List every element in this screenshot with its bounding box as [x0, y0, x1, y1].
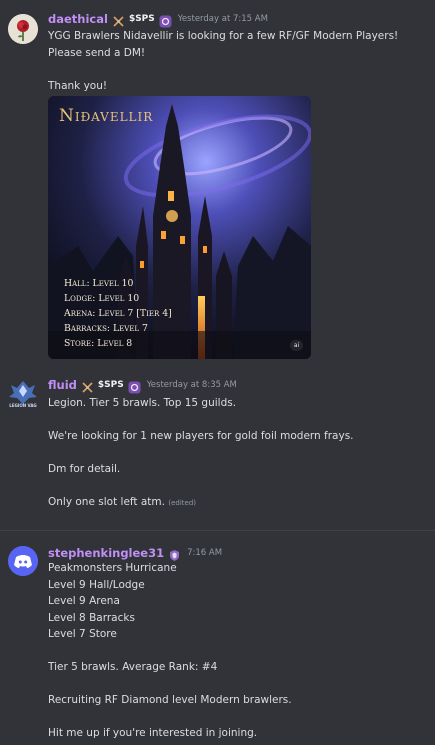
message-line: Peakmonsters Hurricane [48, 562, 177, 574]
message-line: Legion. Tier 5 brawls. Top 15 guilds. [48, 397, 237, 409]
message-line: Hit me up if you're interested in joinin… [48, 727, 258, 739]
username[interactable]: fluid [48, 378, 77, 392]
divider [0, 530, 435, 531]
message-line: Please send a DM! [48, 47, 146, 59]
message-line: Level 9 Hall/Lodge [48, 579, 145, 591]
guild-badge-icon [159, 13, 172, 27]
embed-image[interactable]: Niðavellir Hall: Level 10 Lodge: Level 1… [48, 96, 311, 359]
message-line: Level 8 Barracks [48, 612, 135, 624]
message-line: Dm for detail. [48, 463, 121, 475]
message-line: We're looking for 1 new players for gold… [48, 430, 354, 442]
edited-label: (edited) [168, 499, 196, 507]
crossed-swords-icon [81, 379, 94, 393]
avatar-stephenkinglee31[interactable] [8, 546, 38, 576]
message-header: stephenkinglee31 7:16 AM [48, 545, 222, 561]
discord-logo-icon [8, 546, 38, 576]
message-line: YGG Brawlers Nidavellir is looking for a… [48, 30, 399, 42]
avatar-fluid[interactable]: LEGION VAG [7, 379, 39, 411]
avatar-daethical[interactable] [8, 14, 38, 44]
message-line: Level 9 Arena [48, 595, 120, 607]
message-line: Tier 5 brawls. Average Rank: #4 [48, 661, 218, 673]
message-line: Recruiting RF Diamond level Modern brawl… [48, 694, 292, 706]
username[interactable]: stephenkinglee31 [48, 546, 164, 560]
message-line: Level 7 Store [48, 628, 117, 640]
message-text: Only one slot left atm. [48, 496, 165, 508]
crossed-swords-icon [112, 13, 125, 27]
ai-badge[interactable]: ai [290, 340, 303, 351]
role-tag: $SPS [97, 380, 124, 390]
embed-stat: Lodge: Level 10 [64, 293, 140, 304]
timestamp: 7:16 AM [187, 548, 223, 558]
message-header: daethical $SPS Yesterday at 7:15 AM [48, 11, 268, 27]
rose-icon [8, 14, 38, 44]
role-tag: $SPS [128, 14, 155, 24]
embed-stat: Hall: Level 10 [64, 278, 134, 289]
embed-stat: Barracks: Level 7 [64, 323, 148, 334]
message-line: Only one slot left atm. (edited) [48, 494, 196, 511]
timestamp: Yesterday at 8:35 AM [146, 380, 237, 390]
embed-stat: Store: Level 8 [64, 338, 133, 349]
guild-badge-icon [128, 379, 141, 393]
username[interactable]: daethical [48, 12, 108, 26]
message-line: Thank you! [48, 80, 108, 92]
embed-stat: Arena: Level 7 [Tier 4] [64, 308, 172, 319]
embed-brand: Niðavellir [59, 106, 154, 126]
message-header: fluid $SPS Yesterday at 8:35 AM [48, 377, 237, 393]
timestamp: Yesterday at 7:15 AM [177, 14, 268, 24]
shield-badge-icon [168, 547, 181, 561]
avatar-caption: LEGION VAG [9, 403, 37, 408]
castle-artwork [48, 96, 311, 359]
